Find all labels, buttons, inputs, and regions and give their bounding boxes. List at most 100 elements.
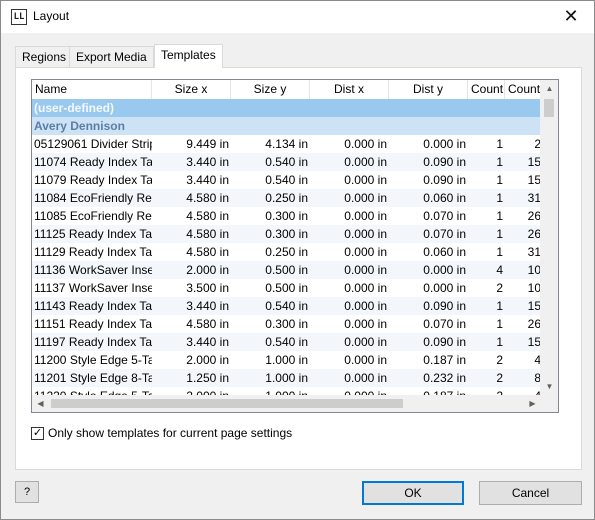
cell-dist-x: 0.000 in (344, 371, 387, 385)
cell-count-x: 1 (496, 317, 503, 331)
cell-size-y: 0.300 in (265, 317, 308, 331)
cell-dist-x: 0.000 in (344, 155, 387, 169)
scroll-down-icon[interactable]: ▼ (541, 378, 558, 395)
cell-dist-y: 0.070 in (423, 317, 466, 331)
cell-count-x: 1 (496, 137, 503, 151)
template-row[interactable]: 11085 EcoFriendly Rea 4.580 in 0.300 in 0.0… (32, 207, 548, 225)
close-button[interactable]: ✕ (548, 1, 594, 33)
cell-dist-x: 0.000 in (344, 299, 387, 313)
only-current-settings-checkbox[interactable]: ✓ (31, 427, 44, 440)
cell-name: 11197 Ready Index Tab (34, 335, 152, 349)
vertical-scroll-thumb[interactable] (544, 99, 554, 117)
cell-count-x: 2 (496, 353, 503, 367)
ok-button[interactable]: OK (362, 481, 464, 505)
cell-size-y: 1.000 in (265, 353, 308, 367)
cell-size-y: 0.250 in (265, 245, 308, 259)
template-row[interactable]: 11136 WorkSaver Inser 2.000 in 0.500 in 0.0… (32, 261, 548, 279)
scroll-up-icon[interactable]: ▲ (541, 80, 558, 97)
cell-count-y: 10 (527, 281, 541, 295)
cell-name: 11201 Style Edge 8-Tab (34, 371, 152, 385)
cell-name: 11125 Ready Index Tab (34, 227, 152, 241)
cell-size-y: 0.540 in (265, 155, 308, 169)
cell-size-y: 0.300 in (265, 209, 308, 223)
help-button[interactable]: ? (15, 481, 39, 503)
cancel-button[interactable]: Cancel (479, 481, 582, 505)
cell-size-y: 0.500 in (265, 281, 308, 295)
column-header-count-y[interactable]: Count y (505, 80, 543, 99)
cell-size-y: 0.540 in (265, 335, 308, 349)
column-header-name[interactable]: Name (32, 80, 152, 99)
cell-size-y: 0.500 in (265, 263, 308, 277)
scroll-right-icon[interactable]: ▶ (524, 395, 541, 412)
cell-dist-y: 0.060 in (423, 245, 466, 259)
cell-dist-x: 0.000 in (344, 209, 387, 223)
group-row[interactable]: Avery Dennison (32, 117, 548, 135)
cell-count-x: 4 (496, 263, 503, 277)
window-title: Layout (33, 9, 70, 23)
cell-count-y: 31 (527, 245, 541, 259)
cell-count-y: 4 (534, 353, 541, 367)
cell-count-x: 1 (496, 335, 503, 349)
cell-dist-x: 0.000 in (344, 263, 387, 277)
template-row[interactable]: 11197 Ready Index Tab 3.440 in 0.540 in 0.0… (32, 333, 548, 351)
horizontal-scroll-thumb[interactable] (51, 399, 403, 408)
column-header-dist-x[interactable]: Dist x (310, 80, 389, 99)
template-row[interactable]: 11143 Ready Index Tab 3.440 in 0.540 in 0.0… (32, 297, 548, 315)
cell-size-y: 4.134 in (265, 137, 308, 151)
template-row[interactable]: 11084 EcoFriendly Rea 4.580 in 0.250 in 0.0… (32, 189, 548, 207)
cell-count-y: 2 (534, 137, 541, 151)
app-icon: LL (11, 9, 27, 25)
template-row[interactable]: 11125 Ready Index Tab 4.580 in 0.300 in 0.0… (32, 225, 548, 243)
vertical-scrollbar[interactable]: ▲ ▼ (540, 80, 558, 395)
cell-size-x: 3.440 in (186, 335, 229, 349)
cell-dist-y: 0.000 in (423, 137, 466, 151)
cell-count-x: 1 (496, 155, 503, 169)
column-header-size-y[interactable]: Size y (231, 80, 310, 99)
cell-count-x: 1 (496, 191, 503, 205)
group-label: (user-defined) (34, 101, 115, 115)
template-row[interactable]: 11074 Ready Index Tab 3.440 in 0.540 in 0.0… (32, 153, 548, 171)
template-row[interactable]: 11201 Style Edge 8-Tab 1.250 in 1.000 in 0.… (32, 369, 548, 387)
tab-templates[interactable]: Templates (154, 44, 223, 68)
column-header-size-x[interactable]: Size x (152, 80, 231, 99)
cell-size-x: 1.250 in (186, 371, 229, 385)
cell-name: 11136 WorkSaver Inser (34, 263, 152, 277)
cell-name: 11151 Ready Index Tab (34, 317, 152, 331)
cell-dist-x: 0.000 in (344, 281, 387, 295)
templates-grid[interactable]: Name Size x Size y Dist x Dist y Count x… (31, 79, 559, 413)
only-current-settings-label[interactable]: Only show templates for current page set… (48, 426, 292, 440)
column-header-count-x[interactable]: Count x (468, 80, 505, 99)
group-row[interactable]: (user-defined) (32, 99, 548, 117)
cell-dist-y: 0.090 in (423, 173, 466, 187)
cell-count-y: 15 (527, 335, 541, 349)
scrollbar-corner (541, 395, 558, 412)
title-bar: LL Layout ✕ (1, 1, 594, 33)
cell-dist-x: 0.000 in (344, 191, 387, 205)
cell-size-y: 0.540 in (265, 173, 308, 187)
template-row[interactable]: 11200 Style Edge 5-Tab 2.000 in 1.000 in 0.… (32, 351, 548, 369)
template-row[interactable]: 11137 WorkSaver Inser 3.500 in 0.500 in 0.0… (32, 279, 548, 297)
cell-dist-x: 0.000 in (344, 245, 387, 259)
tab-export-media[interactable]: Export Media (69, 46, 154, 67)
template-row[interactable]: 11079 Ready Index Tab 3.440 in 0.540 in 0.0… (32, 171, 548, 189)
column-header-dist-y[interactable]: Dist y (389, 80, 468, 99)
horizontal-scrollbar[interactable]: ◀ ▶ (32, 395, 541, 412)
cell-count-x: 1 (496, 209, 503, 223)
template-row[interactable]: 05129061 Divider Strips 9.449 in 4.134 in 0… (32, 135, 548, 153)
cell-size-y: 0.250 in (265, 191, 308, 205)
cell-size-x: 4.580 in (186, 245, 229, 259)
cell-name: 11074 Ready Index Tab (34, 155, 152, 169)
cell-size-y: 0.300 in (265, 227, 308, 241)
cell-count-x: 1 (496, 227, 503, 241)
cell-size-y: 0.540 in (265, 299, 308, 313)
template-row[interactable]: 11151 Ready Index Tab 4.580 in 0.300 in 0.0… (32, 315, 548, 333)
tab-regions[interactable]: Regions (15, 46, 74, 67)
cell-count-y: 15 (527, 155, 541, 169)
cell-name: 05129061 Divider Strips (34, 137, 152, 151)
layout-dialog: LL Layout ✕ Regions Export Media Templat… (0, 0, 595, 520)
scroll-left-icon[interactable]: ◀ (32, 395, 49, 412)
cell-count-y: 31 (527, 191, 541, 205)
template-row[interactable]: 11129 Ready Index Tab 4.580 in 0.250 in 0.0… (32, 243, 548, 261)
cell-count-y: 10 (527, 263, 541, 277)
cell-name: 11200 Style Edge 5-Tab (34, 353, 152, 367)
